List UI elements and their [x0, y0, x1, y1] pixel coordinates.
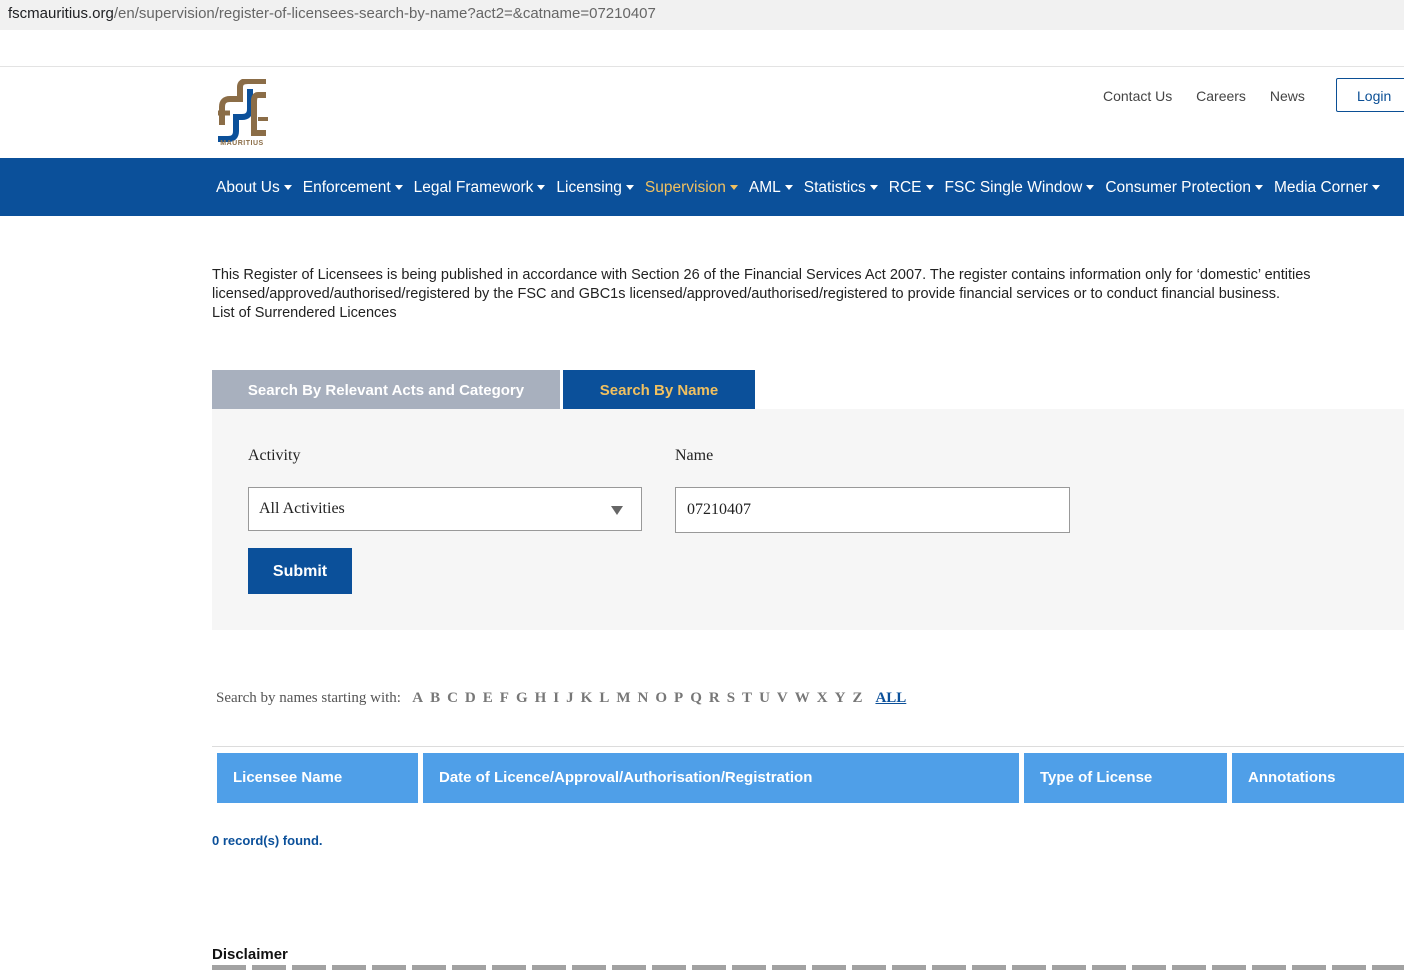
nav-item-label: Licensing — [556, 179, 622, 196]
browser-address-bar[interactable]: fscmauritius.org/en/supervision/register… — [0, 0, 1404, 30]
nav-item-rce[interactable]: RCE — [889, 158, 934, 218]
caret-down-icon — [869, 185, 878, 191]
url-host: fscmauritius.org — [8, 5, 114, 22]
records-found: 0 record(s) found. — [212, 833, 323, 848]
activity-label: Activity — [248, 447, 301, 464]
letter-link-x[interactable]: X — [817, 690, 828, 706]
column-header-type[interactable]: Type of License — [1024, 753, 1227, 803]
letter-link-w[interactable]: W — [795, 690, 810, 706]
activity-select[interactable]: All Activities — [248, 487, 642, 531]
letter-link-k[interactable]: K — [581, 690, 593, 706]
intro-text: This Register of Licensees is being publ… — [212, 266, 1404, 323]
letter-link-t[interactable]: T — [742, 690, 752, 706]
fsc-logo-icon[interactable] — [216, 79, 268, 149]
nav-item-label: Media Corner — [1273, 179, 1368, 196]
column-header-licensee-name[interactable]: Licensee Name — [217, 753, 418, 803]
nav-item-fsc-single-window[interactable]: FSC Single Window — [945, 158, 1095, 218]
nav-item-label: Statistics — [803, 179, 866, 196]
letter-link-o[interactable]: O — [655, 690, 667, 706]
intro-line-1: This Register of Licensees is being publ… — [212, 267, 1311, 283]
login-button[interactable]: Login — [1336, 78, 1404, 112]
letter-link-f[interactable]: F — [500, 690, 509, 706]
caret-down-icon — [537, 185, 546, 191]
caret-down-icon — [925, 185, 934, 191]
nav-item-statistics[interactable]: Statistics — [804, 158, 878, 218]
letter-link-r[interactable]: R — [709, 690, 720, 706]
letter-link-j[interactable]: J — [566, 690, 574, 706]
letter-link-z[interactable]: Z — [852, 690, 862, 706]
nav-item-media-corner[interactable]: Media Corner — [1274, 158, 1380, 218]
surrendered-licences-link[interactable]: List of Surrendered Licences — [212, 304, 1404, 323]
letter-link-a[interactable]: A — [412, 690, 423, 706]
letter-link-b[interactable]: B — [430, 690, 440, 706]
nav-item-licensing[interactable]: Licensing — [556, 158, 634, 218]
letter-link-l[interactable]: L — [599, 690, 609, 706]
chevron-down-icon — [611, 506, 623, 515]
nav-item-aml[interactable]: AML — [749, 158, 793, 218]
nav-item-label: FSC Single Window — [944, 179, 1083, 196]
letter-link-u[interactable]: U — [759, 690, 770, 706]
url-path: /en/supervision/register-of-licensees-se… — [113, 5, 656, 22]
letter-link-m[interactable]: M — [616, 690, 630, 706]
column-header-date[interactable]: Date of Licence/Approval/Authorisation/R… — [423, 753, 1019, 803]
letter-link-n[interactable]: N — [638, 690, 649, 706]
tab-search-by-category[interactable]: Search By Relevant Acts and Category — [212, 370, 560, 409]
name-label: Name — [675, 447, 714, 464]
nav-item-supervision[interactable]: Supervision — [645, 158, 738, 218]
contact-us-link[interactable]: Contact Us — [1103, 88, 1172, 104]
caret-down-icon — [283, 185, 292, 191]
column-header-annotations[interactable]: Annotations — [1232, 753, 1404, 803]
nav-item-label: AML — [748, 179, 781, 196]
intro-line-2: licensed/approved/authorised/registered … — [212, 286, 1280, 302]
nav-item-label: Supervision — [644, 179, 726, 196]
letter-link-i[interactable]: I — [553, 690, 559, 706]
letter-link-h[interactable]: H — [535, 690, 547, 706]
letter-link-e[interactable]: E — [483, 690, 493, 706]
caret-down-icon — [394, 185, 403, 191]
logo-caption: MAURITIUS — [220, 140, 264, 147]
caret-down-icon — [729, 185, 738, 191]
letter-link-v[interactable]: V — [777, 690, 788, 706]
top-links: Contact Us Careers News — [1103, 88, 1325, 104]
caret-down-icon — [625, 185, 634, 191]
nav-item-label: RCE — [888, 179, 922, 196]
url-text[interactable]: fscmauritius.org/en/supervision/register… — [8, 5, 656, 22]
careers-link[interactable]: Careers — [1196, 88, 1246, 104]
nav-item-enforcement[interactable]: Enforcement — [303, 158, 403, 218]
letter-link-s[interactable]: S — [727, 690, 735, 706]
nav-item-legal-framework[interactable]: Legal Framework — [414, 158, 546, 218]
activity-select-value: All Activities — [259, 500, 345, 517]
letter-link-q[interactable]: Q — [690, 690, 702, 706]
nav-item-label: Legal Framework — [413, 179, 534, 196]
tab-search-by-name[interactable]: Search By Name — [563, 370, 755, 409]
news-link[interactable]: News — [1270, 88, 1305, 104]
name-input[interactable] — [675, 487, 1070, 533]
caret-down-icon — [1254, 185, 1263, 191]
submit-button[interactable]: Submit — [248, 548, 352, 594]
alphabet-filter-label: Search by names starting with: — [216, 690, 401, 706]
nav-item-label: Enforcement — [302, 179, 391, 196]
letter-link-g[interactable]: G — [516, 690, 528, 706]
nav-item-label: About Us — [216, 179, 280, 196]
nav-item-about-us[interactable]: About Us — [216, 158, 292, 218]
disclaimer-text-cut — [212, 965, 1404, 970]
divider — [212, 746, 1404, 747]
letter-link-all[interactable]: ALL — [875, 690, 906, 706]
caret-down-icon — [1086, 185, 1095, 191]
letter-link-d[interactable]: D — [465, 690, 476, 706]
nav-item-label: Consumer Protection — [1105, 179, 1251, 196]
alphabet-filter: Search by names starting with: ABCDEFGHI… — [216, 690, 913, 707]
letter-link-p[interactable]: P — [674, 690, 683, 706]
disclaimer-title: Disclaimer — [212, 946, 288, 963]
letter-link-y[interactable]: Y — [835, 690, 846, 706]
caret-down-icon — [1371, 185, 1380, 191]
main-nav: About Us Enforcement Legal Framework Licens… — [0, 158, 1404, 216]
letter-link-c[interactable]: C — [447, 690, 458, 706]
site-header: MAURITIUS Contact Us Careers News Login — [0, 66, 1404, 159]
nav-item-consumer-protection[interactable]: Consumer Protection — [1105, 158, 1263, 218]
caret-down-icon — [784, 185, 793, 191]
